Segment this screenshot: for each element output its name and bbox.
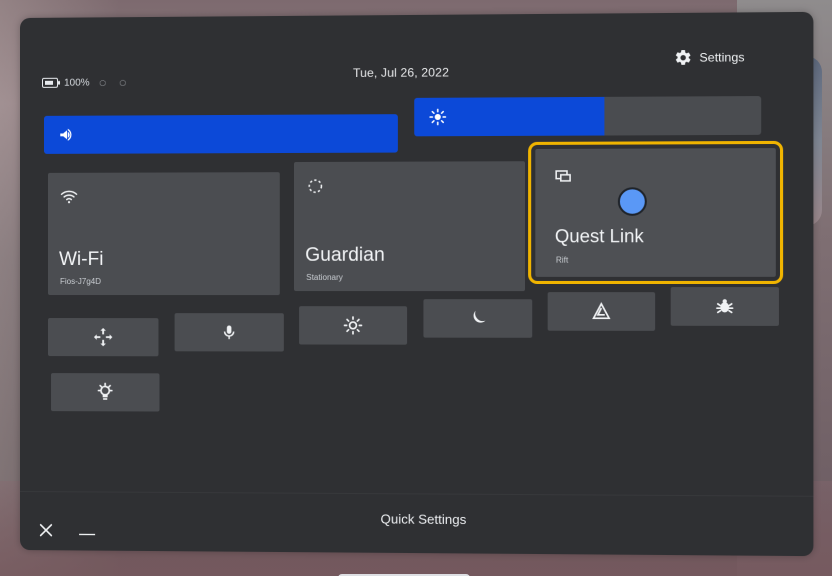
quest-link-subtitle: Rift	[555, 255, 569, 265]
settings-label: Settings	[699, 50, 745, 65]
lighting-tile[interactable]	[51, 373, 160, 412]
link-display-icon	[554, 167, 573, 185]
microphone-icon	[220, 321, 238, 343]
sun-icon	[429, 108, 447, 126]
guardian-icon	[306, 177, 324, 195]
controller-right-icon: ◌	[119, 75, 127, 90]
bottom-title: Quick Settings	[380, 511, 467, 528]
speaker-icon	[58, 126, 76, 144]
wifi-subtitle: Fios-J7g4D	[60, 276, 102, 287]
status-area: 100% ◌ ◌	[42, 75, 130, 90]
passthrough-icon	[591, 301, 612, 321]
battery-percent: 100%	[64, 77, 90, 89]
wifi-tile[interactable]: Wi-Fi Fios-J7g4D	[48, 172, 280, 296]
guardian-tile[interactable]: Guardian Stationary	[294, 161, 526, 292]
guardian-subtitle: Stationary	[306, 272, 343, 282]
move-tile[interactable]	[48, 318, 159, 357]
bug-icon	[714, 296, 735, 316]
passthrough-tile[interactable]	[547, 292, 656, 331]
wifi-icon	[60, 188, 78, 206]
guardian-title: Guardian	[305, 244, 385, 266]
wifi-title: Wi-Fi	[59, 248, 104, 270]
quest-link-toggle[interactable]	[617, 187, 647, 216]
battery-icon	[42, 77, 59, 88]
brightness-mode-tile[interactable]	[299, 306, 408, 345]
brightness-slider[interactable]	[414, 96, 762, 137]
microphone-tile[interactable]	[174, 313, 284, 352]
minimize-button[interactable]	[78, 525, 96, 539]
bug-report-tile[interactable]	[670, 287, 779, 326]
controller-left-icon: ◌	[99, 75, 107, 90]
close-icon	[38, 522, 54, 543]
volume-slider-fill	[44, 114, 398, 154]
minimize-icon	[79, 523, 96, 541]
lightbulb-icon	[95, 382, 115, 402]
gear-icon	[673, 48, 692, 66]
night-mode-tile[interactable]	[423, 299, 533, 338]
close-button[interactable]	[36, 522, 56, 542]
volume-slider[interactable]	[44, 114, 398, 154]
settings-button[interactable]: Settings	[673, 48, 745, 67]
move-icon	[92, 326, 114, 348]
quest-link-tile[interactable]: Quest Link Rift	[528, 140, 784, 285]
quick-settings-panel: 100% ◌ ◌ Tue, Jul 26, 2022 Settings Wi-F…	[20, 11, 814, 557]
brightness-icon	[343, 315, 363, 335]
quest-link-title: Quest Link	[554, 225, 644, 247]
panel-topbar: 100% ◌ ◌ Tue, Jul 26, 2022 Settings	[20, 12, 813, 108]
date-label: Tue, Jul 26, 2022	[352, 65, 450, 81]
bottom-bar: Quick Settings	[20, 491, 814, 557]
moon-icon	[467, 308, 488, 328]
